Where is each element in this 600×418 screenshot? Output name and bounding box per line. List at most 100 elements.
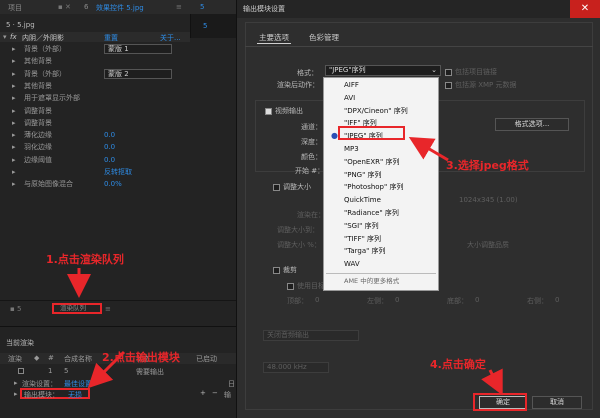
property-value[interactable]: 反转抠取 (104, 167, 132, 177)
menu-icon[interactable]: ≡ (176, 3, 182, 11)
property-value[interactable]: 蒙版 2 (104, 68, 172, 79)
expand-arrow-icon: ▸ (12, 168, 16, 176)
resize-percent-label: 调整大小 %： (277, 241, 321, 249)
ok-highlight (473, 393, 527, 411)
remove-icon[interactable]: − (212, 389, 218, 397)
render-checkbox[interactable] (18, 367, 27, 375)
resize-quality-label: 大小调整品质 (467, 241, 509, 249)
format-menu-item[interactable]: AIFF (324, 80, 438, 91)
close-button[interactable]: ✕ (570, 0, 600, 18)
audio-output-dropdown[interactable]: 关闭音频输出 (263, 330, 359, 341)
format-menu-item[interactable]: AVI (324, 93, 438, 104)
expand-arrow-icon: ▸ (12, 69, 16, 78)
render-row-name: 5 (64, 367, 69, 375)
format-menu-item[interactable]: "TIFF" 序列 (324, 234, 438, 245)
effect-property-row[interactable]: ▸ 用于遮罩显示外部 (0, 93, 190, 103)
fx-row[interactable]: ▾ fx 内阴／外阴影 重置 关于... (0, 32, 190, 42)
effect-property-row[interactable]: ▸ 其他背景 (0, 81, 190, 91)
format-menu-item[interactable]: "Photoshop" 序列 (324, 182, 438, 193)
effect-property-row[interactable]: ▸ 羽化边缘 0.0 (0, 142, 190, 152)
format-menu-item[interactable]: "PNG" 序列 (324, 170, 438, 181)
effect-property-row[interactable]: ▸ 边缘阈值 0.0 (0, 155, 190, 165)
expand-arrow-icon: ▸ (12, 131, 16, 140)
effect-properties: ▸ 背景（外部） 蒙版 1 ▸ 其他背景 ▸ 背景（外部） 蒙版 2 ▸ 其他背景 ▸ 用于遮罩显示外… (0, 44, 190, 194)
reset-link[interactable]: 重置 (104, 33, 118, 43)
cancel-button[interactable]: 取消 (532, 396, 582, 409)
format-menu-item[interactable]: WAV (324, 259, 438, 270)
output-to-label: 输 (224, 391, 231, 399)
property-value[interactable]: 0.0% (104, 179, 122, 189)
include-xmp-label: 包括源 XMP 元数据 (455, 81, 517, 89)
expand-arrow-icon: ▸ (14, 390, 18, 398)
crop-checkbox[interactable]: 裁剪 (273, 265, 297, 275)
format-menu-item[interactable]: "SGI" 序列 (324, 221, 438, 232)
format-menu-item[interactable]: "Targa" 序列 (324, 246, 438, 257)
format-menu-item[interactable]: MP3 (324, 144, 438, 155)
render-settings-row: ▸ 渲染设置： 最佳设置 日 (0, 378, 236, 388)
property-label: 背景（外部） (24, 69, 66, 78)
col-started: 已启动 (196, 355, 217, 363)
tab-color-management[interactable]: 色彩管理 (309, 32, 339, 43)
tab-effect-controls-prefix: 6 (84, 3, 89, 11)
format-dropdown[interactable]: "JPEG"序列 ⌄ (325, 65, 441, 76)
mini-tab[interactable]: 5 (200, 3, 204, 11)
tab-effect-controls[interactable]: 效果控件 5.jpg (96, 3, 144, 13)
format-menu-item[interactable]: "OpenEXR" 序列 (324, 157, 438, 168)
property-label: 调整背景 (24, 118, 52, 127)
panel-tab-bar: 项目 ▪ ✕ 6 效果控件 5.jpg ≡ 5 (0, 0, 236, 14)
format-menu-item[interactable]: "Radiance" 序列 (324, 208, 438, 219)
crop-top-value[interactable]: 0 (315, 296, 319, 304)
col-comp-name: 合成名称 (64, 355, 92, 363)
format-menu-item[interactable]: "DPX/Cineon" 序列 (324, 106, 438, 117)
include-project-label: 包括项目链接 (455, 68, 497, 76)
active-tab-underline (257, 43, 291, 44)
format-menu-item[interactable]: QuickTime (324, 195, 438, 206)
about-link[interactable]: 关于... (160, 33, 181, 43)
effect-property-row[interactable]: ▸ 调整背景 (0, 118, 190, 128)
crop-right-value[interactable]: 0 (555, 296, 559, 304)
resize-checkbox[interactable]: 调整大小 (273, 182, 311, 192)
effect-property-row[interactable]: ▸ 背景（外部） 蒙版 2 (0, 68, 190, 79)
crop-bottom-value[interactable]: 0 (475, 296, 479, 304)
expand-arrow-icon: ▾ (3, 33, 7, 41)
expand-arrow-icon: ▸ (12, 106, 16, 115)
small-tab: ▪ 5 (10, 305, 22, 313)
video-output-checkbox[interactable]: 视频输出 (265, 106, 303, 116)
format-menu-item[interactable]: AME 中的更多格式 (324, 276, 438, 287)
tab-main-options[interactable]: 主要选项 (259, 32, 289, 43)
render-queue-menu-icon[interactable]: ≡ (105, 305, 111, 313)
effect-property-row[interactable]: ▸ 其他背景 (0, 56, 190, 66)
effect-property-row[interactable]: ▸ 调整背景 (0, 106, 190, 116)
property-value[interactable]: 0.0 (104, 155, 115, 165)
add-icon[interactable]: + (200, 389, 206, 397)
render-row-status: 需要输出 (136, 368, 164, 376)
fx-icon: fx (10, 33, 17, 41)
effect-property-row[interactable]: ▸ 薄化边缘 0.0 (0, 130, 190, 140)
include-project-checkbox[interactable]: 包括项目链接 (445, 67, 497, 77)
output-module-row: ▸ 输出模块： 无损 + − 输 (0, 388, 236, 399)
tab-project[interactable]: 项目 (8, 3, 22, 13)
property-value[interactable]: 蒙版 1 (104, 44, 172, 54)
include-xmp-checkbox[interactable]: 包括源 XMP 元数据 (445, 80, 517, 90)
effect-property-row[interactable]: ▸ 与原始图像混合 0.0% (0, 179, 190, 189)
effect-property-row[interactable]: ▸ 反转抠取 (0, 167, 190, 177)
render-row[interactable]: 1 5 需要输出 (0, 366, 236, 376)
layer-name: 5 · 5.jpg (6, 21, 35, 29)
property-label: 与原始图像混合 (24, 180, 73, 189)
current-render-label: 当前渲染 (6, 339, 34, 347)
expand-arrow-icon: ▸ (12, 118, 16, 127)
effect-property-row[interactable]: ▸ 背景（外部） 蒙版 1 (0, 44, 190, 54)
mini-panel: 5 (190, 14, 236, 38)
color-label: 颜色： (301, 153, 322, 161)
format-options-button[interactable]: 格式选项... (495, 118, 569, 131)
render-queue-tab[interactable]: 渲染队列 (52, 303, 102, 314)
expand-arrow-icon: ▸ (12, 57, 16, 66)
audio-rate-dropdown[interactable]: 48.000 kHz (263, 362, 329, 373)
chevron-down-icon: ⌄ (431, 66, 437, 74)
resize-to-label: 调整大小到： (277, 226, 319, 234)
property-value[interactable]: 0.0 (104, 130, 115, 140)
property-value[interactable]: 0.0 (104, 142, 115, 152)
crop-left-value[interactable]: 0 (395, 296, 399, 304)
output-module-value[interactable]: 无损 (68, 390, 82, 400)
selected-radio-icon: ● (331, 131, 338, 141)
